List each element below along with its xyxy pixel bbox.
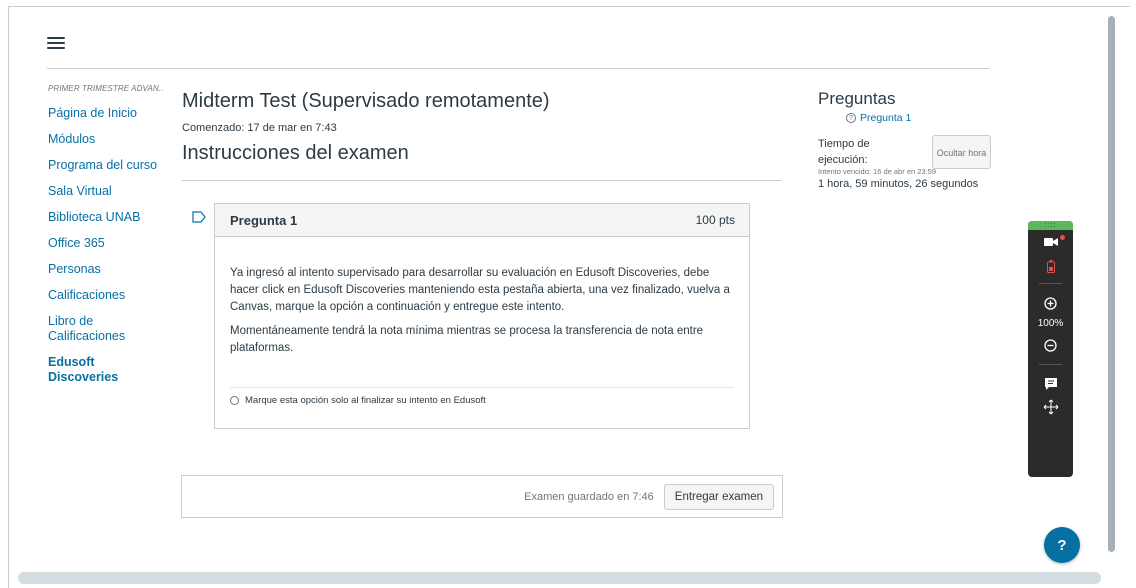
question-text: Ya ingresó al intento supervisado para d… <box>215 237 749 357</box>
nav-item-biblioteca-unab[interactable]: Biblioteca UNAB <box>48 210 163 225</box>
proctoring-toolbar: :::: 100% <box>1028 221 1073 477</box>
question-card: Pregunta 1 100 pts Ya ingresó al intento… <box>214 203 750 429</box>
time-elapsed-label: Tiempo de ejecución: <box>818 138 870 166</box>
question-paragraph-2: Momentáneamente tendrá la nota mínima mi… <box>230 325 704 354</box>
nav-item-edusoft-discoveries[interactable]: Edusoft Discoveries <box>48 355 163 385</box>
quiz-title: Midterm Test (Supervisado remotamente) <box>182 90 550 112</box>
answer-option-label: Marque esta opción solo al finalizar su … <box>245 395 486 406</box>
timer-row: Tiempo de ejecución: Ocultar hora <box>818 135 993 169</box>
nav-item-office-365[interactable]: Office 365 <box>48 236 163 251</box>
zoom-level: 100% <box>1037 318 1064 329</box>
move-arrows-icon[interactable] <box>1028 395 1073 419</box>
question-name: Pregunta 1 <box>230 212 298 228</box>
quiz-started-time: Comenzado: 17 de mar en 7:43 <box>182 122 337 134</box>
grip-dots: :::: <box>1044 222 1057 229</box>
hide-timer-button[interactable]: Ocultar hora <box>932 135 991 169</box>
quiz-content: Midterm Test (Supervisado remotamente) C… <box>182 88 782 181</box>
question-paragraph-1: Ya ingresó al intento supervisado para d… <box>230 267 730 313</box>
course-title: PRIMER TRIMESTRE ADVAN... <box>48 84 163 93</box>
question-header: Pregunta 1 100 pts <box>215 204 749 237</box>
nav-item-libro-de-calificaciones[interactable]: Libro de Calificaciones <box>48 314 163 344</box>
questions-panel-title: Preguntas <box>818 89 896 108</box>
saved-status: Examen guardado en 7:46 <box>524 490 654 503</box>
zoom-in-icon[interactable] <box>1028 294 1073 312</box>
help-button[interactable]: ? <box>1044 527 1080 563</box>
toolbar-divider <box>1039 283 1062 284</box>
nav-item-personas[interactable]: Personas <box>48 262 163 277</box>
chat-icon[interactable] <box>1028 375 1073 393</box>
nav-item-sala-virtual[interactable]: Sala Virtual <box>48 184 163 199</box>
nav-item-modulos[interactable]: Módulos <box>48 132 163 147</box>
question-points: 100 pts <box>695 213 735 227</box>
toolbar-divider-2 <box>1039 364 1062 365</box>
answer-option[interactable]: Marque esta opción solo al finalizar su … <box>230 387 734 406</box>
nav-item-programa-del-curso[interactable]: Programa del curso <box>48 158 163 173</box>
time-remaining: 1 hora, 59 minutos, 26 segundos <box>818 178 979 190</box>
nav-item-calificaciones[interactable]: Calificaciones <box>48 288 163 303</box>
header-divider <box>47 68 990 69</box>
hamburger-menu-icon[interactable] <box>47 37 65 50</box>
answer-radio[interactable] <box>230 396 239 405</box>
flag-question-icon[interactable] <box>192 211 206 223</box>
toolbar-drag-grip[interactable]: :::: <box>1028 221 1073 230</box>
question-1-link[interactable]: ? Pregunta 1 <box>846 112 993 124</box>
vertical-scrollbar[interactable] <box>1108 16 1115 552</box>
recording-dot-icon <box>1059 234 1066 241</box>
camera-icon[interactable] <box>1028 230 1073 254</box>
questions-panel: Preguntas ? Pregunta 1 Tiempo de ejecuci… <box>818 88 993 190</box>
battery-icon <box>1028 254 1073 278</box>
course-navigation: PRIMER TRIMESTRE ADVAN... Página de Inic… <box>48 84 163 396</box>
instructions-title: Instrucciones del examen <box>182 140 782 181</box>
horizontal-scrollbar[interactable] <box>18 572 1101 584</box>
submit-quiz-button[interactable]: Entregar examen <box>663 483 774 510</box>
question-1-link-label: Pregunta 1 <box>860 112 912 124</box>
nav-item-pagina-de-inicio[interactable]: Página de Inicio <box>48 106 163 121</box>
question-mark-icon: ? <box>846 113 856 123</box>
submit-bar: Examen guardado en 7:46 Entregar examen <box>181 475 783 518</box>
zoom-out-icon[interactable] <box>1028 336 1073 354</box>
